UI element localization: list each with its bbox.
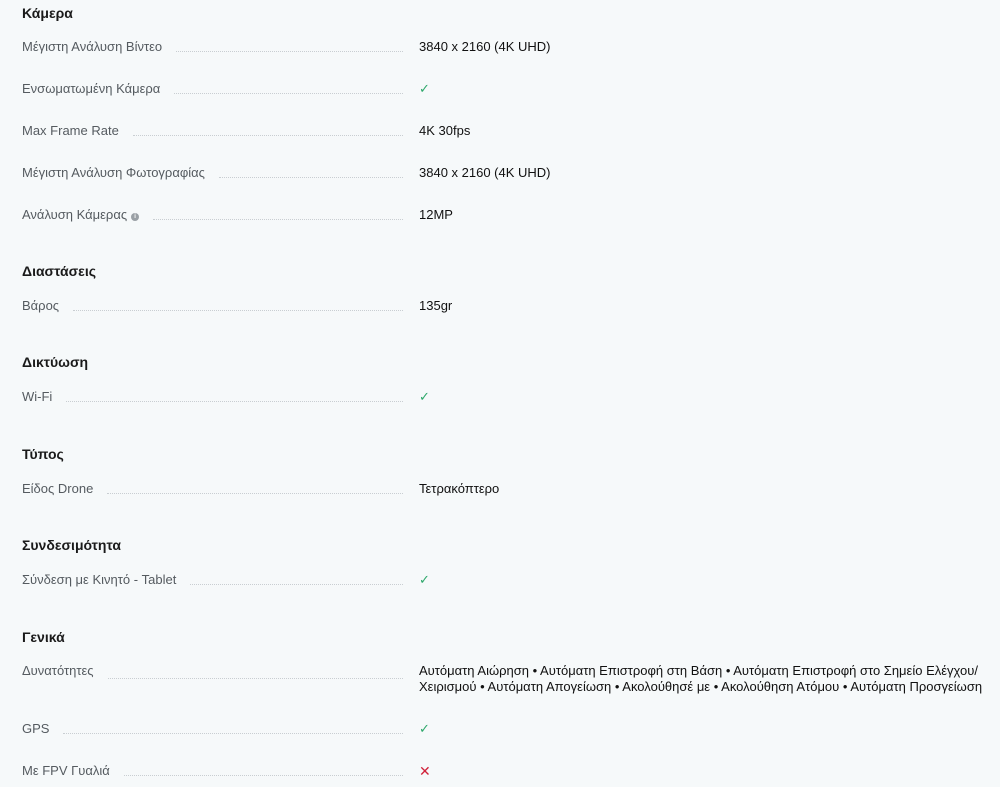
dotted-leader <box>107 492 403 494</box>
spec-row-max-video-resolution: Μέγιστη Ανάλυση Βίντεο 3840 x 2160 (4K U… <box>22 39 992 55</box>
spec-row-mobile-connection: Σύνδεση με Κινητό - Tablet ✓ <box>22 572 992 588</box>
spec-label: Wi-Fi <box>22 389 53 404</box>
features-line-2: Χειρισμού • Αυτόματη Απογείωση • Ακολούθ… <box>419 679 983 694</box>
spec-row-wifi: Wi-Fi ✓ <box>22 389 992 405</box>
spec-value: 3840 x 2160 (4K UHD) <box>419 39 551 54</box>
spec-label: Δυνατότητες <box>22 663 94 678</box>
spec-value: Αυτόματη Αιώρηση • Αυτόματη Επιστροφή στ… <box>419 663 992 695</box>
dotted-leader <box>218 176 403 178</box>
spec-row-gps: GPS ✓ <box>22 721 992 737</box>
spec-label: Μέγιστη Ανάλυση Φωτογραφίας <box>22 165 205 180</box>
spec-label: Μέγιστη Ανάλυση Βίντεο <box>22 39 163 54</box>
check-icon: ✓ <box>419 81 430 96</box>
spec-row-max-frame-rate: Max Frame Rate 4K 30fps <box>22 123 992 139</box>
spec-label: Max Frame Rate <box>22 123 119 138</box>
spec-row-camera-resolution: Ανάλυση Κάμερας i 12MP <box>22 207 992 223</box>
spec-label: Με FPV Γυαλιά <box>22 763 110 778</box>
dotted-leader <box>63 732 403 734</box>
spec-row-drone-type: Είδος Drone Τετρακόπτερο <box>22 481 992 497</box>
check-icon: ✓ <box>419 389 430 404</box>
check-icon: ✓ <box>419 572 430 587</box>
check-icon: ✓ <box>419 721 430 736</box>
dotted-leader <box>123 774 403 776</box>
spec-label: Ενσωματωμένη Κάμερα <box>22 81 161 96</box>
info-icon[interactable]: i <box>131 213 140 221</box>
spec-label: Βάρος <box>22 298 60 313</box>
dotted-leader <box>73 309 403 311</box>
spec-row-fpv-goggles: Με FPV Γυαλιά ✕ <box>22 763 992 780</box>
spec-value: 135gr <box>419 298 453 313</box>
cross-icon: ✕ <box>419 763 431 779</box>
spec-row-features: Δυνατότητες Αυτόματη Αιώρηση • Αυτόματη … <box>22 663 992 695</box>
spec-label: GPS <box>22 721 50 736</box>
section-title-camera: Κάμερα <box>22 5 73 21</box>
spec-value: 12MP <box>419 207 453 222</box>
dotted-leader <box>107 677 403 679</box>
spec-row-max-photo-resolution: Μέγιστη Ανάλυση Φωτογραφίας 3840 x 2160 … <box>22 165 992 181</box>
section-title-dimensions: Διαστάσεις <box>22 263 96 279</box>
section-title-type: Τύπος <box>22 446 64 462</box>
spec-label: Ανάλυση Κάμερας i <box>22 207 140 223</box>
dotted-leader <box>153 218 403 220</box>
spec-value: Τετρακόπτερο <box>419 481 500 496</box>
spec-label: Σύνδεση με Κινητό - Tablet <box>22 572 177 587</box>
spec-label: Είδος Drone <box>22 481 94 496</box>
spec-row-weight: Βάρος 135gr <box>22 298 992 314</box>
spec-sheet: Κάμερα Μέγιστη Ανάλυση Βίντεο 3840 x 216… <box>0 0 1000 787</box>
dotted-leader <box>66 400 403 402</box>
dotted-leader <box>176 50 403 52</box>
section-title-networking: Δικτύωση <box>22 354 89 370</box>
spec-row-built-in-camera: Ενσωματωμένη Κάμερα ✓ <box>22 81 992 97</box>
dotted-leader <box>174 92 403 94</box>
dotted-leader <box>132 134 403 136</box>
features-line-1: Αυτόματη Αιώρηση • Αυτόματη Επιστροφή στ… <box>419 663 978 678</box>
section-title-connectivity: Συνδεσιμότητα <box>22 537 121 553</box>
section-title-general: Γενικά <box>22 629 65 645</box>
spec-value: 4K 30fps <box>419 123 471 138</box>
spec-value: 3840 x 2160 (4K UHD) <box>419 165 551 180</box>
dotted-leader <box>190 583 403 585</box>
